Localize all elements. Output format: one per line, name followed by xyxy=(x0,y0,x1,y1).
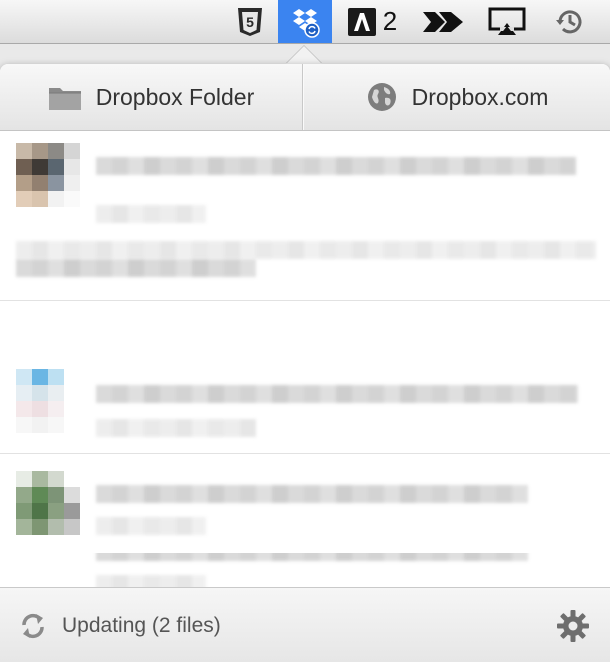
sync-status: Updating (2 files) xyxy=(18,588,221,662)
dropbox-com-button[interactable]: Dropbox.com xyxy=(304,64,610,130)
blurred-text xyxy=(96,385,578,403)
adobe-icon[interactable]: 2 xyxy=(340,0,404,43)
airplay-icon[interactable] xyxy=(482,0,532,43)
dropbox-folder-label: Dropbox Folder xyxy=(95,83,255,110)
recent-activity-list xyxy=(0,131,610,635)
globe-icon xyxy=(366,81,398,113)
dropbox-com-label: Dropbox.com xyxy=(411,83,549,110)
item-thumbnail xyxy=(16,471,80,535)
blurred-text xyxy=(16,241,596,259)
blurred-text xyxy=(96,575,206,587)
blurred-text xyxy=(96,485,528,503)
adobe-update-count: 2 xyxy=(382,6,398,36)
blurred-text xyxy=(96,553,528,561)
list-item[interactable] xyxy=(0,131,610,301)
popover-footer: Updating (2 files) xyxy=(0,587,610,662)
time-machine-icon[interactable] xyxy=(545,0,595,43)
blurred-text xyxy=(96,517,206,535)
dropbox-popover: Dropbox Folder Dropbox.com Updating (2 f… xyxy=(0,64,610,662)
rush-chevrons-icon[interactable] xyxy=(414,0,474,43)
list-item[interactable] xyxy=(0,453,610,554)
dropbox-icon[interactable] xyxy=(278,0,332,43)
blurred-text xyxy=(96,157,576,175)
item-thumbnail xyxy=(16,143,80,207)
blurred-text xyxy=(16,259,256,277)
popover-header: Dropbox Folder Dropbox.com xyxy=(0,64,610,131)
folder-icon xyxy=(48,83,82,111)
menu-bar: 5 2 xyxy=(0,0,610,44)
sync-arrows-icon xyxy=(18,611,48,641)
list-item-continued xyxy=(0,553,610,587)
popover-caret xyxy=(286,46,322,64)
svg-text:5: 5 xyxy=(246,14,254,30)
html5-shield-icon[interactable]: 5 xyxy=(228,0,272,43)
gear-icon[interactable] xyxy=(556,609,590,643)
sync-status-label: Updating (2 files) xyxy=(62,613,221,637)
header-divider xyxy=(302,64,303,130)
blurred-text xyxy=(96,419,256,437)
dropbox-folder-button[interactable]: Dropbox Folder xyxy=(0,64,302,130)
blurred-text xyxy=(96,205,206,223)
item-thumbnail xyxy=(16,369,80,433)
list-item[interactable] xyxy=(0,349,610,454)
